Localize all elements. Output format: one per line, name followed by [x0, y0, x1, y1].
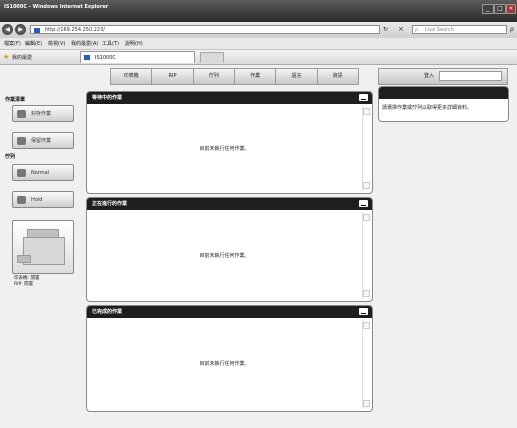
hold-folder-icon — [17, 137, 26, 145]
scroll-down-icon[interactable] — [363, 290, 370, 297]
login-button[interactable]: 登入 — [424, 69, 434, 84]
forward-button[interactable]: ▶ — [15, 24, 26, 35]
running-jobs-panel: 正在進行的作業 目前未執行任何作業。 — [86, 197, 373, 302]
queue-header: 佇列 — [5, 154, 16, 160]
scroll-up-icon[interactable] — [363, 214, 370, 221]
queue-icon — [17, 169, 26, 177]
tab-page-icon — [84, 55, 90, 60]
running-scrollbar[interactable] — [362, 212, 370, 299]
nav-rip[interactable]: RIP — [151, 68, 194, 85]
menu-help[interactable]: 說明(H) — [125, 40, 143, 47]
rip-status: RIP: 閒置 — [14, 282, 34, 287]
login-area: 登入 — [378, 68, 508, 85]
completed-jobs-header: 已完成的作業 — [87, 306, 372, 318]
printer-image[interactable] — [12, 220, 74, 274]
nav-printer[interactable]: 印表機 — [110, 68, 153, 85]
waiting-jobs-header: 等待中的作業 — [87, 92, 372, 104]
hold-queue-button[interactable]: Hold — [12, 191, 74, 208]
browser-tab[interactable]: IS1000C — [80, 51, 195, 63]
address-text: http://169.254.250.223/ — [45, 27, 105, 33]
held-jobs-label: 保留作業 — [31, 138, 52, 144]
completed-scrollbar[interactable] — [362, 320, 370, 409]
minimize-button[interactable]: _ — [482, 4, 494, 14]
live-search-icon: ρ — [415, 27, 419, 33]
completed-empty-text: 目前未執行任何作業。 — [199, 361, 250, 367]
jobs-list-header: 作業清單 — [5, 97, 26, 103]
details-panel-header — [379, 87, 508, 99]
top-navigation: 印表機 RIP 佇列 作業 語言 資訊 — [110, 68, 359, 85]
window-title: IS1000C - Windows Internet Explorer — [4, 4, 109, 10]
search-placeholder: Live Search — [425, 27, 454, 33]
normal-queue-button[interactable]: Normal — [12, 164, 74, 181]
page-content: 印表機 RIP 佇列 作業 語言 資訊 登入 作業清單 封存作業 保留作業 佇列… — [0, 65, 517, 428]
menu-file[interactable]: 檔案(F) — [4, 40, 21, 47]
printer-tray — [17, 255, 31, 263]
star-icon: ★ — [3, 53, 10, 61]
waiting-empty-text: 目前未執行任何作業。 — [199, 146, 250, 152]
running-empty-text: 目前未執行任何作業。 — [199, 253, 250, 259]
window-title-bar: IS1000C - Windows Internet Explorer _ □ … — [0, 0, 517, 22]
favorites-bar: ★ 我的最愛 IS1000C — [0, 50, 517, 65]
search-go-icon[interactable]: ρ — [510, 26, 514, 33]
waiting-jobs-panel: 等待中的作業 目前未執行任何作業。 — [86, 91, 373, 194]
scroll-down-icon[interactable] — [363, 182, 370, 189]
maximize-button[interactable]: □ — [494, 4, 506, 14]
completed-jobs-title: 已完成的作業 — [92, 309, 123, 315]
nav-queue[interactable]: 佇列 — [192, 68, 235, 85]
stored-jobs-label: 封存作業 — [31, 111, 52, 117]
stored-jobs-button[interactable]: 封存作業 — [12, 105, 74, 122]
waiting-jobs-title: 等待中的作業 — [92, 95, 123, 101]
new-tab-button[interactable] — [200, 52, 224, 63]
back-button[interactable]: ◀ — [2, 24, 13, 35]
menu-edit[interactable]: 編輯(E) — [25, 40, 42, 47]
minimize-panel-icon[interactable] — [359, 94, 368, 101]
scroll-down-icon[interactable] — [363, 400, 370, 407]
details-panel: 請選擇作業或佇列以取得更多詳細資料。 — [378, 86, 509, 122]
running-jobs-header: 正在進行的作業 — [87, 198, 372, 210]
nav-jobs[interactable]: 作業 — [233, 68, 277, 85]
address-bar[interactable]: http://169.254.250.223/ — [30, 25, 380, 34]
scroll-up-icon[interactable] — [363, 108, 370, 115]
menu-view[interactable]: 檢視(V) — [48, 40, 65, 47]
menu-tools[interactable]: 工具(T) — [102, 40, 119, 47]
running-jobs-title: 正在進行的作業 — [92, 201, 128, 207]
nav-language[interactable]: 語言 — [275, 68, 318, 85]
menu-favorites[interactable]: 我的最愛(A) — [71, 40, 98, 47]
hold-queue-icon — [17, 196, 26, 204]
login-input[interactable] — [439, 71, 502, 81]
archive-icon — [17, 110, 26, 118]
page-icon — [34, 28, 40, 33]
close-button[interactable]: × — [506, 4, 516, 14]
menu-bar: 檔案(F) 編輯(E) 檢視(V) 我的最愛(A) 工具(T) 說明(H) — [0, 38, 517, 50]
minimize-panel-icon[interactable] — [359, 308, 368, 315]
tab-title: IS1000C — [95, 55, 116, 61]
normal-queue-label: Normal — [31, 170, 50, 176]
minimize-panel-icon[interactable] — [359, 200, 368, 207]
details-hint: 請選擇作業或佇列以取得更多詳細資料。 — [382, 105, 473, 111]
completed-jobs-panel: 已完成的作業 目前未執行任何作業。 — [86, 305, 373, 412]
favorites-button[interactable]: 我的最愛 — [12, 54, 32, 61]
scroll-up-icon[interactable] — [363, 322, 370, 329]
waiting-scrollbar[interactable] — [362, 106, 370, 191]
hold-queue-label: Hold — [31, 197, 43, 203]
stop-icon[interactable]: × — [398, 25, 404, 33]
nav-info[interactable]: 資訊 — [316, 68, 359, 85]
held-jobs-button[interactable]: 保留作業 — [12, 132, 74, 149]
refresh-icon[interactable]: ↻ — [383, 26, 388, 33]
browser-nav-bar: ◀ ▶ http://169.254.250.223/ ↻ × ρ Live S… — [0, 22, 517, 39]
search-box[interactable]: ρ Live Search — [412, 25, 507, 34]
